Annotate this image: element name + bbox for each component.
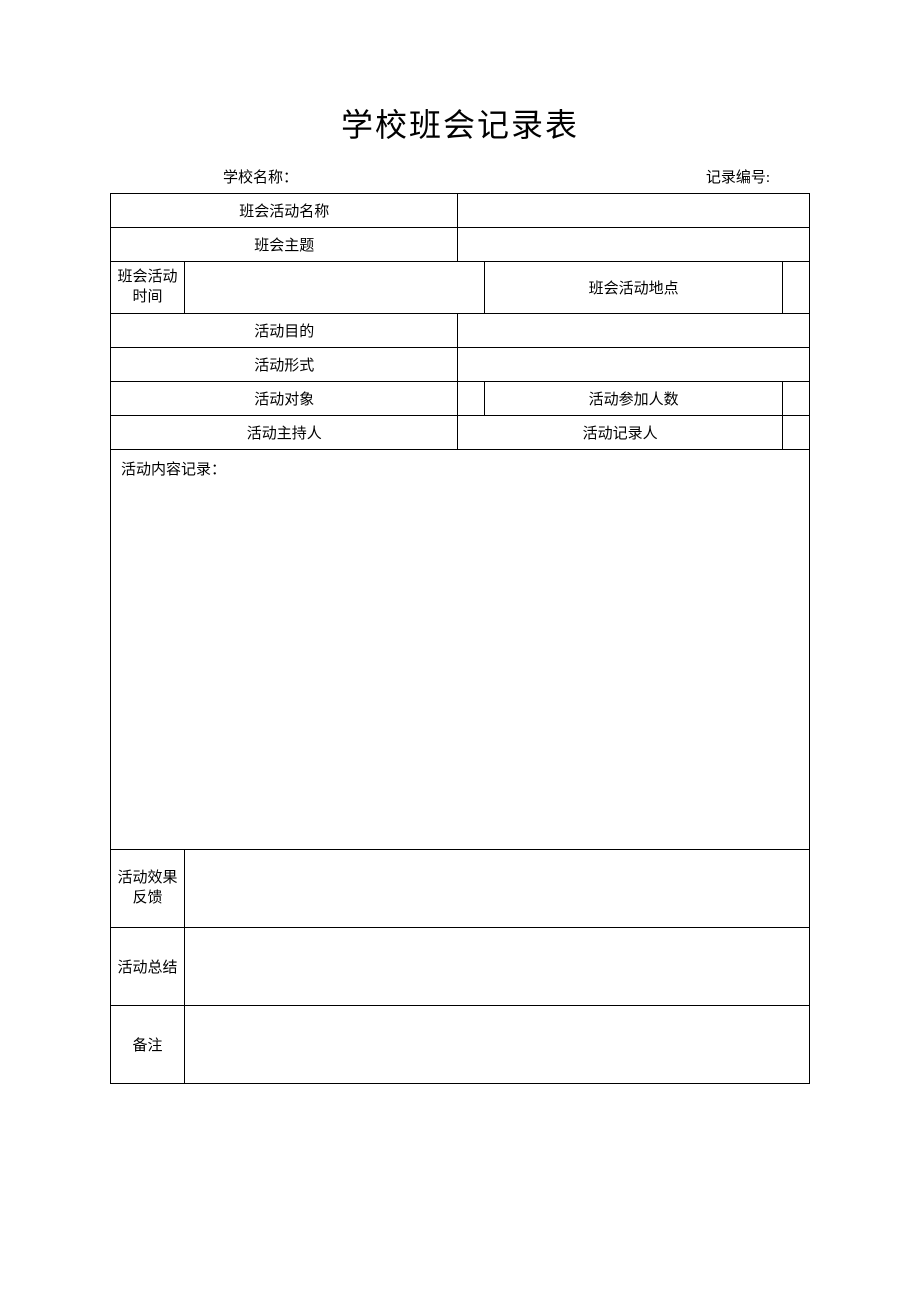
- table-row: 活动主持人 活动记录人: [111, 416, 810, 450]
- recorder-value: [782, 416, 809, 450]
- target-value: [458, 382, 485, 416]
- table-row: 活动对象 活动参加人数: [111, 382, 810, 416]
- feedback-label: 活动效果反馈: [111, 850, 185, 928]
- theme-label: 班会主题: [111, 228, 458, 262]
- school-name-label: 学校名称：: [110, 166, 300, 187]
- page-title: 学校班会记录表: [110, 100, 810, 146]
- table-row: 活动总结: [111, 928, 810, 1006]
- record-number-label: 记录编号:: [300, 166, 810, 187]
- table-row: 班会活动时间 班会活动地点: [111, 262, 810, 314]
- purpose-label: 活动目的: [111, 314, 458, 348]
- feedback-value: [185, 850, 810, 928]
- table-row: 班会主题: [111, 228, 810, 262]
- table-row: 活动内容记录：: [111, 450, 810, 850]
- notes-value: [185, 1006, 810, 1084]
- table-row: 活动形式: [111, 348, 810, 382]
- time-label: 班会活动时间: [111, 262, 185, 314]
- table-row: 班会活动名称: [111, 194, 810, 228]
- header-row: 学校名称： 记录编号:: [110, 166, 810, 191]
- notes-label: 备注: [111, 1006, 185, 1084]
- participants-label: 活动参加人数: [485, 382, 782, 416]
- host-label: 活动主持人: [111, 416, 458, 450]
- recorder-label: 活动记录人: [458, 416, 783, 450]
- theme-value: [458, 228, 810, 262]
- summary-value: [185, 928, 810, 1006]
- table-row: 活动效果反馈: [111, 850, 810, 928]
- content-label: 活动内容记录：: [111, 450, 810, 850]
- summary-label: 活动总结: [111, 928, 185, 1006]
- form-value: [458, 348, 810, 382]
- time-value: [185, 262, 485, 314]
- activity-name-value: [458, 194, 810, 228]
- record-table: 班会活动名称 班会主题 班会活动时间 班会活动地点 活动目的 活动形式 活动对象…: [110, 193, 810, 1084]
- location-label: 班会活动地点: [485, 262, 782, 314]
- table-row: 备注: [111, 1006, 810, 1084]
- activity-name-label: 班会活动名称: [111, 194, 458, 228]
- purpose-value: [458, 314, 810, 348]
- table-row: 活动目的: [111, 314, 810, 348]
- location-value: [782, 262, 809, 314]
- participants-value: [782, 382, 809, 416]
- form-label: 活动形式: [111, 348, 458, 382]
- target-label: 活动对象: [111, 382, 458, 416]
